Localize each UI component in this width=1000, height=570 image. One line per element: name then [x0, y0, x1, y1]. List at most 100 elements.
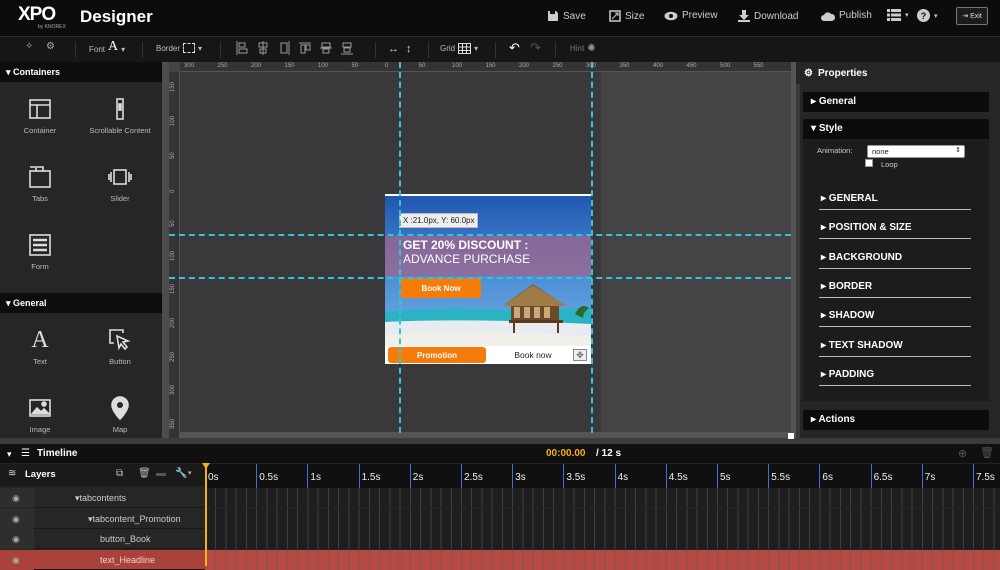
redo-button[interactable]: ↷ [530, 40, 541, 56]
widget-button[interactable]: Button [80, 315, 160, 383]
widget-image[interactable]: Image [0, 383, 80, 451]
hint-button[interactable]: Hint ✺ [570, 43, 596, 54]
style-accordion[interactable]: ▾ Style [803, 119, 989, 139]
guide-vertical[interactable] [591, 62, 593, 433]
guide-horizontal[interactable] [169, 234, 791, 236]
ruler-tick: 350 [170, 418, 176, 429]
eye-icon[interactable]: ◉ [12, 493, 20, 504]
canvas-h-scrollbar[interactable] [169, 432, 796, 438]
eye-icon[interactable]: ◉ [12, 555, 20, 566]
time-tick-label: 7.5s [976, 472, 995, 483]
publish-button[interactable]: Publish [821, 10, 872, 21]
widget-form[interactable]: Form [0, 220, 80, 288]
divider [555, 42, 556, 58]
effects-button[interactable]: ✧ [25, 41, 33, 52]
actions-accordion[interactable]: ▸ Actions [803, 410, 989, 430]
trash-icon[interactable]: 🗑 [980, 446, 994, 459]
layer-name[interactable]: button_Book [100, 534, 151, 544]
align-middle-icon[interactable] [320, 41, 332, 55]
undo-button[interactable]: ↶ [509, 40, 520, 56]
divider [375, 42, 376, 58]
loop-checkbox[interactable] [865, 159, 873, 167]
tab-promotion[interactable]: Promotion [388, 347, 486, 363]
align-right-icon[interactable] [278, 41, 290, 55]
caret-down-icon: ▾ [474, 44, 479, 53]
grid-dropdown[interactable]: Grid ▾ [440, 43, 478, 54]
wrench-icon[interactable]: 🔧 [175, 468, 187, 479]
layer-row[interactable]: ◉ ▾tabcontents [0, 488, 1000, 508]
widget-map[interactable]: Map [80, 383, 160, 451]
headline-line-1[interactable]: GET 20% DISCOUNT : [403, 238, 528, 252]
layer-track[interactable] [205, 488, 1000, 508]
layer-name[interactable]: text_Headline [100, 555, 155, 565]
border-dropdown[interactable]: Border ▾ [156, 43, 202, 53]
duplicate-icon[interactable]: ⧉ [116, 468, 123, 479]
layer-name[interactable]: ▾tabcontents [75, 493, 126, 504]
distribute-horizontal-button[interactable]: ↔ [388, 43, 399, 55]
collapse-caret-icon[interactable]: ▾ [7, 449, 12, 460]
guide-horizontal[interactable] [169, 277, 791, 279]
size-button[interactable]: Size [609, 10, 644, 22]
widget-label: Slider [110, 194, 130, 203]
eye-icon[interactable]: ◉ [12, 514, 20, 525]
move-handle-icon[interactable]: ✥ [573, 349, 587, 361]
font-dropdown[interactable]: Font A ▾ [89, 39, 125, 55]
widget-tabs[interactable]: Tabs [0, 152, 80, 220]
general-section-header[interactable]: ▾ General [0, 293, 162, 313]
widget-text[interactable]: A Text [0, 315, 80, 383]
folder-icon[interactable]: ▬ [156, 468, 166, 479]
panel-scrollbar[interactable] [162, 62, 169, 438]
align-left-icon[interactable] [236, 41, 248, 55]
style-section-border[interactable]: ▸ BORDER [819, 281, 971, 298]
ruler-tick: 100 [318, 63, 329, 69]
exit-button[interactable]: ⇥ Exit [956, 7, 988, 25]
settings-button[interactable]: ⚙ [46, 41, 55, 52]
preview-button[interactable]: Preview [664, 10, 718, 21]
layer-track[interactable] [205, 529, 1000, 549]
add-keyframe-icon[interactable]: ⊕ [958, 447, 967, 460]
book-now-button[interactable]: Book Now [401, 278, 481, 298]
widget-scrollable-content[interactable]: Scrollable Content [80, 84, 160, 152]
general-accordion[interactable]: ▸ General [803, 92, 989, 112]
style-section-position-size[interactable]: ▸ POSITION & SIZE [819, 222, 971, 240]
resize-handle[interactable] [788, 433, 794, 439]
time-tick-label: 0s [208, 472, 219, 483]
layer-track[interactable] [205, 508, 1000, 529]
panel-scroll-track[interactable] [796, 84, 800, 438]
layer-row[interactable]: ◉ text_Headline [0, 549, 1000, 570]
help-button[interactable]: ? ▾ [917, 9, 938, 22]
distribute-vertical-button[interactable]: ↕ [406, 43, 412, 55]
align-top-icon[interactable] [299, 41, 311, 55]
layer-name[interactable]: ▾tabcontent_Promotion [88, 514, 181, 525]
save-button[interactable]: Save [547, 10, 586, 22]
playhead-handle[interactable] [202, 463, 210, 469]
style-section-padding[interactable]: ▸ PADDING [819, 369, 971, 386]
animation-select[interactable]: none ⇕ [867, 145, 965, 158]
widget-slider[interactable]: Slider [80, 152, 160, 220]
layer-row[interactable]: ◉ ▾tabcontent_Promotion [0, 508, 1000, 529]
tab-book-now[interactable]: Book now [493, 347, 573, 363]
time-ruler[interactable]: 0s 0.5s 1s 1.5s 2s 2.5s 3s 3.5s 4s 4.5s 5s 5.5s 6s 6.… [205, 464, 1000, 488]
style-section-background[interactable]: ▸ BACKGROUND [819, 252, 971, 269]
layer-row[interactable]: ◉ button_Book [0, 529, 1000, 549]
headline-line-2[interactable]: ADVANCE PURCHASE [403, 252, 530, 266]
style-section-general[interactable]: ▸ GENERAL [819, 193, 971, 210]
menu-button[interactable]: ▾ [887, 9, 909, 21]
eye-icon[interactable]: ◉ [12, 534, 20, 545]
time-gridline [307, 464, 309, 488]
style-section-shadow[interactable]: ▸ SHADOW [819, 310, 971, 328]
align-center-icon[interactable] [257, 41, 269, 55]
lightbulb-icon: ✺ [587, 43, 596, 54]
playhead[interactable] [205, 464, 207, 566]
ad-stage[interactable]: GET 20% DISCOUNT : ADVANCE PURCHASE Book… [385, 194, 591, 364]
layers-icon: ≋ [8, 468, 17, 479]
style-accordion-label: Style [818, 123, 843, 134]
align-bottom-icon[interactable] [341, 41, 353, 55]
guide-vertical[interactable] [399, 62, 401, 433]
widget-container[interactable]: Container [0, 84, 80, 152]
layer-track[interactable] [205, 549, 1000, 570]
containers-section-header[interactable]: ▾ Containers [0, 62, 162, 82]
style-section-text-shadow[interactable]: ▸ TEXT SHADOW [819, 340, 971, 357]
delete-layer-icon[interactable]: 🗑 [138, 468, 151, 479]
download-button[interactable]: Download [738, 10, 798, 22]
